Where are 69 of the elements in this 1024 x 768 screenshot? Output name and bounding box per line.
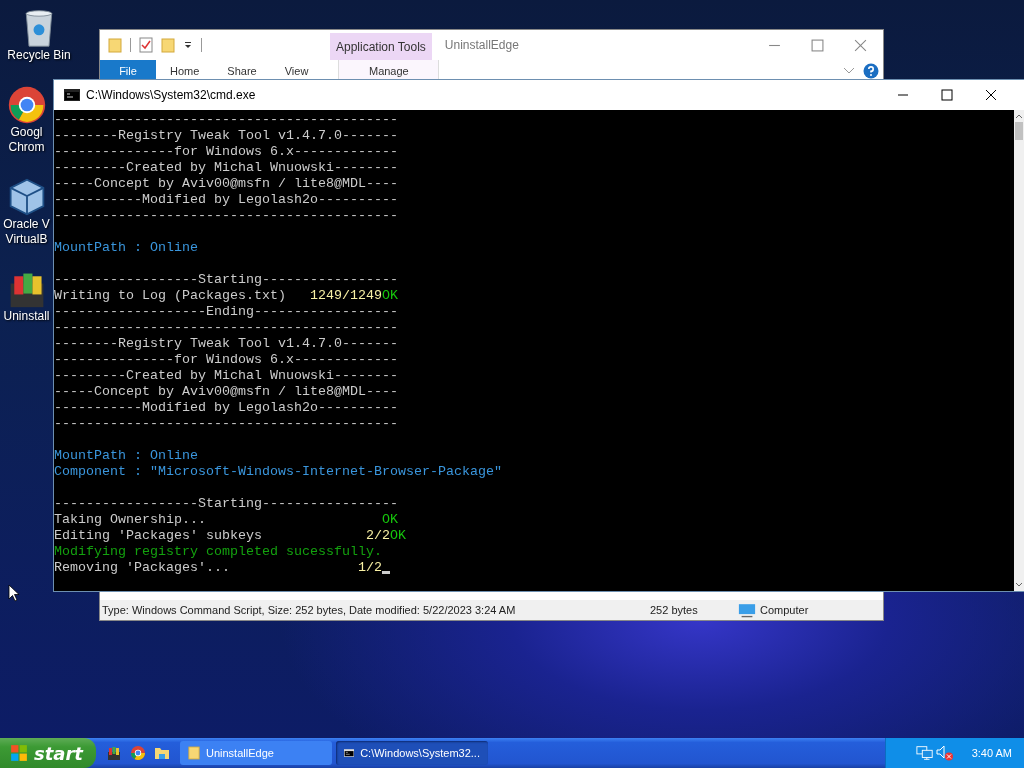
ribbon-tab[interactable]: View bbox=[270, 60, 323, 82]
console-text: MountPath : Online bbox=[54, 240, 198, 256]
console-text: Writing to Log (Packages.txt) bbox=[54, 288, 287, 304]
console-icon bbox=[64, 89, 80, 101]
console-text: -----------Modified by Legolash2o---------- bbox=[54, 400, 398, 416]
console-text: -----Concept by Aviv00@msfn / lite8@MDL---- bbox=[54, 176, 398, 192]
scroll-down-icon[interactable] bbox=[1015, 582, 1023, 588]
scroll-up-icon[interactable] bbox=[1015, 113, 1023, 119]
file-menu-button[interactable]: File bbox=[100, 60, 156, 82]
console-text: 1/2 bbox=[357, 560, 382, 576]
console-icon bbox=[344, 747, 355, 759]
console-text: ------------------------------------------- bbox=[54, 208, 398, 224]
chevron-down-icon[interactable] bbox=[843, 67, 855, 75]
console-text: OK bbox=[381, 288, 398, 304]
taskbar-button[interactable]: UninstallEdge bbox=[180, 741, 332, 765]
console-text: ---------Created by Michal Wnuowski-------- bbox=[54, 368, 398, 384]
console-text: Taking Ownership... bbox=[54, 512, 207, 528]
help-icon[interactable] bbox=[863, 63, 879, 79]
console-text: ------------------Starting----------------- bbox=[54, 496, 398, 512]
scrollbar[interactable] bbox=[1014, 110, 1024, 591]
console-text: ------------------Starting----------------- bbox=[54, 272, 398, 288]
properties-icon[interactable] bbox=[139, 37, 153, 53]
context-tab-header: Application Tools bbox=[330, 33, 432, 60]
location-label: Computer bbox=[760, 604, 809, 616]
console-text: ------------------------------------------- bbox=[54, 416, 398, 432]
console-text: ------------------------------------------- bbox=[54, 320, 398, 336]
taskbar-button[interactable]: C:\Windows\System32... bbox=[336, 741, 488, 765]
windows-flag-icon bbox=[10, 744, 28, 762]
start-button[interactable]: start bbox=[0, 738, 96, 768]
console-text: -------------------Ending------------------ bbox=[54, 304, 398, 320]
console-text: MountPath : Online bbox=[54, 448, 198, 464]
console-text: -----Concept by Aviv00@msfn / lite8@MDL---- bbox=[54, 384, 398, 400]
installer-box-icon[interactable] bbox=[106, 745, 122, 761]
desktop-icon-label[interactable]: Recycle Bin bbox=[7, 48, 71, 63]
console-text: ------------------------------------------- bbox=[54, 112, 398, 128]
maximize-icon[interactable] bbox=[941, 89, 953, 101]
desktop-icon-label[interactable]: Googl Chrom bbox=[8, 125, 45, 155]
window-title: C:\Windows\System32\cmd.exe bbox=[86, 88, 256, 102]
console-text: 2/2 bbox=[365, 528, 390, 544]
dropdown-icon[interactable] bbox=[183, 40, 193, 50]
console-text: OK bbox=[381, 512, 398, 528]
console-text: Editing 'Packages' subkeys bbox=[54, 528, 263, 544]
console-text: Modifying registry completed sucessfully. bbox=[54, 544, 382, 560]
desktop-icon-label[interactable]: Uninstall bbox=[3, 309, 50, 324]
folder-icon bbox=[188, 745, 200, 761]
chrome-icon[interactable] bbox=[6, 85, 47, 125]
scroll-thumb[interactable] bbox=[1015, 122, 1023, 140]
monitor-icon bbox=[738, 602, 756, 618]
console-text: 1249/1249 bbox=[309, 288, 382, 304]
mouse-pointer-icon bbox=[8, 584, 20, 602]
ribbon-tab[interactable]: Home bbox=[156, 60, 214, 82]
console-text: -----------Modified by Legolash2o---------- bbox=[54, 192, 398, 208]
console-text: --------Registry Tweak Tool v1.4.7.0------- bbox=[54, 128, 398, 144]
console-text: Component : "Microsoft-Windows-Internet-Browser-Package" bbox=[54, 464, 502, 480]
console-text: Removing 'Packages'... bbox=[54, 560, 231, 576]
close-icon[interactable] bbox=[985, 89, 997, 101]
ribbon-tab[interactable]: Share bbox=[213, 60, 271, 82]
console-text: ---------------for Windows 6.x------------- bbox=[54, 144, 398, 160]
folder-icon[interactable] bbox=[154, 745, 170, 761]
console-text: ---------Created by Michal Wnuowski-------- bbox=[54, 160, 398, 176]
window-title: UninstallEdge bbox=[444, 37, 519, 54]
network-icon[interactable] bbox=[915, 745, 934, 761]
console-text: ---------------for Windows 6.x------------- bbox=[54, 352, 398, 368]
file-size: 252 bytes bbox=[649, 604, 699, 616]
console-text: OK bbox=[389, 528, 406, 544]
desktop-icon-label[interactable]: Oracle V VirtualB bbox=[3, 217, 50, 247]
file-details: Type: Windows Command Script, Size: 252 bytes, Date modified: 5/22/2023 3:24 AM bbox=[101, 604, 517, 616]
muted-speaker-icon[interactable] bbox=[935, 745, 954, 761]
console-text: --------Registry Tweak Tool v1.4.7.0------- bbox=[54, 336, 398, 352]
